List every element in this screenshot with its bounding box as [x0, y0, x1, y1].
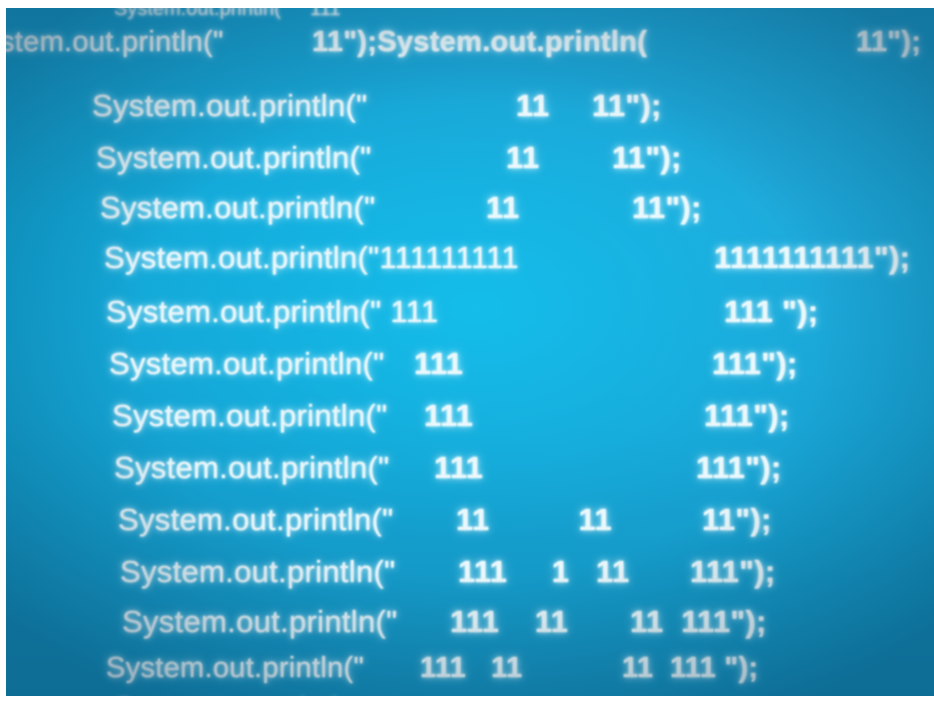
code-line: System.out.println(" 111 111 ");: [6, 294, 934, 337]
code-line-digits: 111: [424, 398, 474, 433]
code-line: System.out.println(" 11 11");: [6, 190, 934, 233]
code-line-digits: 111 1 11: [458, 554, 630, 589]
code-line-tail: 1111111111");: [714, 240, 911, 275]
code-line-digits: 111 11: [450, 604, 569, 639]
code-line-statement: System.out.println(": [122, 604, 398, 639]
code-line: System.out.println(" 11 11 11");: [6, 502, 934, 545]
code-line: System.out.println(" 111 111");: [6, 450, 934, 493]
code-line-statement: System.out.println(": [112, 398, 388, 433]
code-line-digits: 111 11: [420, 652, 523, 684]
photo-of-monitor: System.out.println(" 111 stem.out.printl…: [0, 0, 934, 704]
code-line-tail: 111");: [704, 398, 790, 433]
code-line: System.out.println(" 111 1 11 111");: [6, 554, 934, 597]
code-line-tail: 11");: [592, 88, 662, 123]
code-line-tail: 11 111 ");: [622, 652, 759, 684]
code-line-statement: System.out.println(": [96, 140, 372, 175]
monitor-screen: System.out.println(" 111 stem.out.printl…: [6, 8, 934, 696]
code-line-statement: System.out.println(": [92, 88, 368, 123]
code-line-tail: 11");: [702, 502, 772, 537]
code-line: System.out.println(" 11 11");: [6, 140, 934, 183]
code-line-statement: stem.out.println(": [6, 26, 224, 58]
code-line-digits: 11");System.out.println(: [312, 26, 648, 58]
code-line-statement: System.out.println(" 111: [106, 294, 439, 329]
code-line: System.out.println(" 111 11 11 111 ");: [6, 652, 934, 693]
code-line-digits: 11: [506, 140, 540, 175]
code-line-tail: 11");: [632, 190, 702, 225]
code-line-statement: System.out.println(": [106, 652, 365, 684]
code-line-tail: 11");: [612, 140, 682, 175]
code-line-digits: 11: [486, 190, 520, 225]
code-line-digits: 111: [434, 450, 484, 485]
code-line-statement: System.out.println(": [120, 554, 396, 589]
code-line: System.out.println(" 11 11");: [6, 88, 934, 131]
code-line-statement: System.out.println(": [118, 502, 394, 537]
code-line: System.out.println(" 111 111");: [6, 346, 934, 389]
code-line-tail: 111");: [712, 346, 798, 381]
code-line-tail: 111");: [696, 450, 782, 485]
code-line-statement: System.out.println(": [109, 346, 385, 381]
code-line-digits: 11 11: [456, 502, 612, 537]
code-line: System.out.println("111111111 1111111111"…: [6, 240, 934, 283]
code-line-digits: 111: [414, 346, 464, 381]
code-line-tail: 111 ");: [724, 294, 819, 329]
code-line-statement: System.out.println(": [114, 450, 390, 485]
code-line-tail: 11");: [856, 26, 922, 58]
code-line-statement: System.out.println("111111111: [104, 240, 519, 275]
code-line-statement: System.out.println(": [100, 190, 376, 225]
code-line: stem.out.println(" 11");System.out.printl…: [6, 26, 934, 67]
code-line: System.out.println(" 111 111");: [6, 398, 934, 441]
code-line-digits: 11: [516, 88, 550, 123]
code-line: System.out.println(" 111 11 11 111");: [6, 604, 934, 647]
code-line-partial-top: System.out.println(" 111: [114, 8, 341, 20]
code-line-partial-bottom: System.out.println: [114, 692, 354, 696]
code-line-tail: 111");: [690, 554, 776, 589]
code-line-tail: 11 111");: [630, 604, 767, 639]
